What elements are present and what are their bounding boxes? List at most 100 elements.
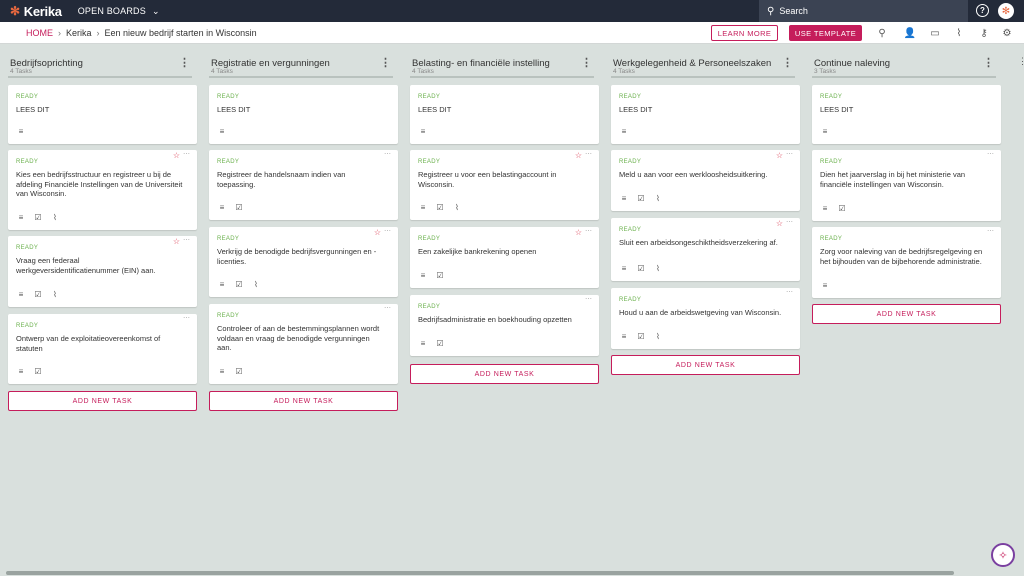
notes-icon[interactable]: ≡ [619,331,629,341]
notes-icon[interactable]: ≡ [619,193,629,203]
attachment-icon[interactable]: ⌇ [50,289,60,299]
card-menu-icon[interactable]: ⋯ [585,227,592,235]
task-card[interactable]: READY Vraag een federaal werkgeversidenti… [8,236,197,307]
breadcrumb-account[interactable]: Kerika [66,28,92,38]
notes-icon[interactable]: ≡ [16,366,26,376]
checklist-icon[interactable]: ☑ [234,366,244,376]
task-card[interactable]: READY LEES DIT ≡ [812,85,1001,144]
notes-icon[interactable]: ≡ [418,270,428,280]
column-title[interactable]: Werkgelegenheid & Personeelszaken [613,58,771,69]
task-card[interactable]: READY Controleer of aan de bestemmingspla… [209,304,398,384]
column-menu-icon[interactable]: ⋮ [581,56,592,69]
tag-icon[interactable]: ⚷ [977,26,991,40]
star-icon[interactable]: ☆ [575,228,582,237]
card-menu-icon[interactable]: ⋯ [987,150,994,158]
attachment-icon[interactable]: ⌇ [653,193,663,203]
card-menu-icon[interactable]: ⋯ [183,150,190,158]
task-card[interactable]: READY LEES DIT ≡ [209,85,398,144]
notes-icon[interactable]: ≡ [418,202,428,212]
card-menu-icon[interactable]: ⋯ [183,314,190,322]
add-new-task-button[interactable]: ADD NEW TASK [812,304,1001,324]
notes-icon[interactable]: ≡ [820,280,830,290]
card-menu-icon[interactable]: ⋯ [384,304,391,312]
notes-icon[interactable]: ≡ [16,289,26,299]
notes-icon[interactable]: ≡ [217,279,227,289]
card-menu-icon[interactable]: ⋯ [786,218,793,226]
task-card[interactable]: READY LEES DIT ≡ [611,85,800,144]
open-boards-menu[interactable]: OPEN BOARDS ⌄ [78,6,160,17]
search-board-icon[interactable]: ⚲ [875,26,889,40]
settings-gear-icon[interactable]: ⚙ [1000,26,1014,40]
checklist-icon[interactable]: ☑ [33,212,43,222]
notes-icon[interactable]: ≡ [820,126,830,136]
app-logo[interactable]: ✻ Kerika [10,4,62,19]
star-icon[interactable]: ☆ [776,151,783,160]
task-card[interactable]: READY Ontwerp van de exploitatieovereenko… [8,314,197,384]
checklist-icon[interactable]: ☑ [33,366,43,376]
task-card[interactable]: READY Meld u aan voor een werkloosheidsui… [611,150,800,211]
column-menu-icon[interactable]: ⋮ [380,56,391,69]
task-card[interactable]: READY Zorg voor naleving van de bedrijfsr… [812,227,1001,298]
notes-icon[interactable]: ≡ [217,202,227,212]
task-card[interactable]: READY Houd u aan de arbeidswetgeving van … [611,288,800,349]
attachment-icon[interactable]: ⌇ [653,263,663,273]
card-menu-icon[interactable]: ⋯ [786,288,793,296]
attachment-icon[interactable]: ⌇ [251,279,261,289]
task-card[interactable]: READY Een zakelijke bankrekening openen ☆ ⋯… [410,227,599,288]
search-input[interactable]: ⚲ Search [759,0,968,22]
notes-icon[interactable]: ≡ [418,126,428,136]
learn-more-button[interactable]: LEARN MORE [711,25,778,41]
notes-icon[interactable]: ≡ [217,366,227,376]
chat-icon[interactable]: ▭ [928,26,942,40]
star-icon[interactable]: ☆ [173,151,180,160]
checklist-icon[interactable]: ☑ [33,289,43,299]
add-new-task-button[interactable]: ADD NEW TASK [410,364,599,384]
checklist-icon[interactable]: ☑ [435,270,445,280]
checklist-icon[interactable]: ☑ [636,263,646,273]
help-icon[interactable]: ? [976,4,989,17]
add-person-icon[interactable]: 👤 [903,26,917,40]
assistant-icon[interactable]: ✧ [991,543,1015,567]
card-menu-icon[interactable]: ⋯ [987,227,994,235]
checklist-icon[interactable]: ☑ [435,202,445,212]
star-icon[interactable]: ☆ [776,219,783,228]
task-card[interactable]: READY LEES DIT ≡ [410,85,599,144]
notes-icon[interactable]: ≡ [217,126,227,136]
column-menu-icon[interactable]: ⋮ [179,56,190,69]
checklist-icon[interactable]: ☑ [234,279,244,289]
breadcrumb-home[interactable]: HOME [26,28,53,38]
notes-icon[interactable]: ≡ [418,338,428,348]
add-new-task-button[interactable]: ADD NEW TASK [611,355,800,375]
card-menu-icon[interactable]: ⋯ [786,150,793,158]
card-menu-icon[interactable]: ⋯ [585,150,592,158]
attachment-icon[interactable]: ⌇ [50,212,60,222]
task-card[interactable]: READY Registreer de handelsnaam indien va… [209,150,398,220]
attachment-icon[interactable]: ⌇ [653,331,663,341]
star-icon[interactable]: ☆ [173,237,180,246]
task-card[interactable]: READY Sluit een arbeidsongeschiktheidsver… [611,218,800,281]
checklist-icon[interactable]: ☑ [435,338,445,348]
notes-icon[interactable]: ≡ [16,212,26,222]
notes-icon[interactable]: ≡ [16,126,26,136]
horizontal-scrollbar[interactable] [6,571,954,575]
add-new-task-button[interactable]: ADD NEW TASK [209,391,398,411]
use-template-button[interactable]: USE TEMPLATE [789,25,862,41]
task-card[interactable]: READY Kies een bedrijfsstructuur en regis… [8,150,197,230]
task-card[interactable]: READY LEES DIT ≡ [8,85,197,144]
star-icon[interactable]: ☆ [575,151,582,160]
add-new-task-button[interactable]: ADD NEW TASK [8,391,197,411]
checklist-icon[interactable]: ☑ [636,193,646,203]
task-card[interactable]: READY Dien het jaarverslag in bij het min… [812,150,1001,221]
card-menu-icon[interactable]: ⋯ [384,227,391,235]
task-card[interactable]: READY Bedrijfsadministratie en boekhoudin… [410,295,599,356]
notes-icon[interactable]: ≡ [820,203,830,213]
avatar[interactable]: ✻ [998,3,1014,19]
task-card[interactable]: READY Registreer u voor een belastingacco… [410,150,599,220]
star-icon[interactable]: ☆ [374,228,381,237]
checklist-icon[interactable]: ☑ [837,203,847,213]
card-menu-icon[interactable]: ⋯ [183,236,190,244]
checklist-icon[interactable]: ☑ [234,202,244,212]
card-menu-icon[interactable]: ⋯ [585,295,592,303]
notes-icon[interactable]: ≡ [619,126,629,136]
checklist-icon[interactable]: ☑ [636,331,646,341]
